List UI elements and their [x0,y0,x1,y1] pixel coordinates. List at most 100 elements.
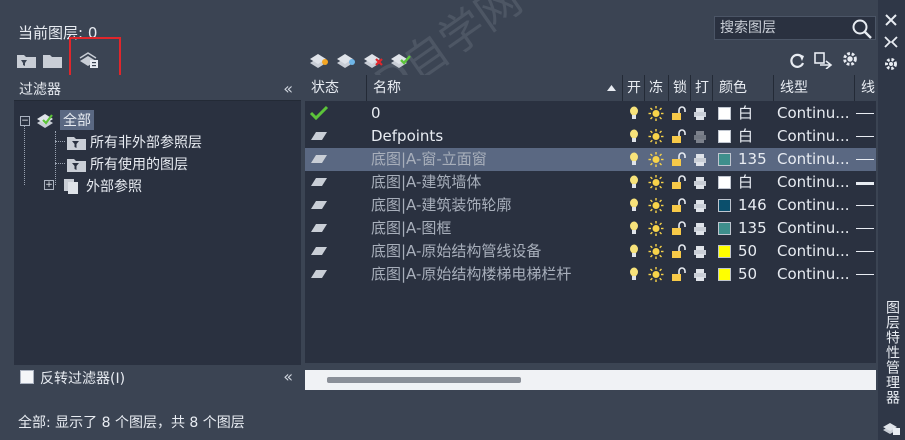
search-box[interactable] [714,16,876,40]
lightbulb-on-icon[interactable] [627,129,641,144]
layer-lineweight-sample[interactable] [856,159,874,160]
printer-icon[interactable] [693,175,707,190]
collapse-filter-panel-button-bottom[interactable]: « [283,367,293,386]
printer-icon[interactable] [693,267,707,282]
column-header-lineweight[interactable]: 线 [855,75,876,101]
layer-lineweight-sample[interactable] [856,113,874,114]
table-row[interactable]: 底图|A-原始结构管线设备 50 Continu... [305,240,876,263]
unlocked-padlock-icon[interactable] [671,244,687,259]
layer-linetype[interactable]: Continu... [777,102,850,125]
column-header-color[interactable]: 颜色 [713,75,774,101]
layer-color-name[interactable]: 135 [738,148,767,171]
collapse-filter-panel-button[interactable]: « [283,79,293,98]
table-row[interactable]: 0 白 Continu... [305,102,876,125]
printer-icon[interactable] [693,198,707,213]
palette-properties-icon[interactable] [883,56,899,72]
sun-thawed-icon[interactable] [648,106,664,121]
lightbulb-on-icon[interactable] [627,267,641,282]
column-header-lock[interactable]: 锁 [669,75,691,101]
column-header-name[interactable]: 名称 [367,75,623,101]
lightbulb-on-icon[interactable] [627,152,641,167]
set-current-icon[interactable] [389,51,411,69]
layer-color-swatch[interactable] [718,268,731,281]
layer-color-swatch[interactable] [718,130,731,143]
lightbulb-on-icon[interactable] [627,244,641,259]
layer-color-name[interactable]: 白 [738,125,753,148]
sun-thawed-icon[interactable] [648,129,664,144]
layer-lineweight-sample[interactable] [856,228,874,229]
new-property-filter-icon[interactable] [16,51,38,69]
layer-lineweight-sample[interactable] [856,136,874,137]
new-layer-icon[interactable] [308,51,330,69]
printer-icon[interactable] [693,129,707,144]
layer-lineweight-sample[interactable] [856,182,874,185]
search-input[interactable] [715,17,851,39]
table-row[interactable]: 底图|A-窗-立面窗 135 Continu... [305,148,876,171]
layer-linetype[interactable]: Continu... [777,148,850,171]
printer-icon[interactable] [693,152,707,167]
column-header-on[interactable]: 开 [623,75,645,101]
scrollbar-thumb[interactable] [327,377,521,383]
unlocked-padlock-icon[interactable] [671,175,687,190]
column-header-status[interactable]: 状态 [305,75,367,101]
lightbulb-on-icon[interactable] [627,175,641,190]
filter-item-all[interactable]: 全部 [34,109,94,131]
settings-icon[interactable] [839,50,861,68]
table-row[interactable]: 底图|A-图框 135 Continu... [305,217,876,240]
new-layer-vp-frozen-icon[interactable] [335,51,357,69]
layer-linetype[interactable]: Continu... [777,125,850,148]
layer-color-swatch[interactable] [718,199,731,212]
sun-thawed-icon[interactable] [648,221,664,236]
layer-color-name[interactable]: 146 [738,194,767,217]
expand-xref-toggle[interactable]: + [44,180,54,190]
unlocked-padlock-icon[interactable] [671,152,687,167]
refresh-icon[interactable] [786,51,808,69]
table-row[interactable]: Defpoints 白 Continu... [305,125,876,148]
layer-color-swatch[interactable] [718,176,731,189]
layer-linetype[interactable]: Continu... [777,263,850,286]
collapse-all-toggle[interactable]: − [20,116,30,126]
layer-color-swatch[interactable] [718,153,731,166]
layer-color-name[interactable]: 50 [738,240,757,263]
autohide-icon[interactable] [883,34,899,50]
column-header-plot[interactable]: 打 [691,75,713,101]
layer-color-name[interactable]: 白 [738,171,753,194]
layer-color-swatch[interactable] [718,222,731,235]
layer-color-swatch[interactable] [718,245,731,258]
sun-thawed-icon[interactable] [648,244,664,259]
sun-thawed-icon[interactable] [648,175,664,190]
lightbulb-on-icon[interactable] [627,106,641,121]
layer-color-name[interactable]: 50 [738,263,757,286]
unlocked-padlock-icon[interactable] [671,198,687,213]
layer-linetype[interactable]: Continu... [777,171,850,194]
new-group-filter-icon[interactable] [42,51,64,69]
sun-thawed-icon[interactable] [648,152,664,167]
unlocked-padlock-icon[interactable] [671,106,687,121]
layer-color-name[interactable]: 135 [738,217,767,240]
layer-lineweight-sample[interactable] [856,251,874,252]
invert-filter-checkbox[interactable] [20,370,34,384]
table-row[interactable]: 底图|A-建筑墙体 白 Continu... [305,171,876,194]
unlocked-padlock-icon[interactable] [671,129,687,144]
printer-icon[interactable] [693,221,707,236]
lightbulb-on-icon[interactable] [627,198,641,213]
search-icon[interactable] [851,18,873,40]
layer-linetype[interactable]: Continu... [777,194,850,217]
table-row[interactable]: 底图|A-建筑装饰轮廓 146 Continu... [305,194,876,217]
close-icon[interactable] [883,12,899,28]
horizontal-scrollbar[interactable] [305,370,876,390]
filter-item-xref[interactable]: 外部参照 [58,175,142,197]
column-header-linetype[interactable]: 线型 [774,75,855,101]
filter-item-used[interactable]: 所有使用的图层 [66,153,188,175]
layer-linetype[interactable]: Continu... [777,240,850,263]
printer-icon[interactable] [693,244,707,259]
layer-color-name[interactable]: 白 [738,102,753,125]
layer-linetype[interactable]: Continu... [777,217,850,240]
column-header-freeze[interactable]: 冻 [645,75,669,101]
layer-lineweight-sample[interactable] [856,274,874,275]
filter-item-non-xref[interactable]: 所有非外部参照层 [66,131,202,153]
lightbulb-on-icon[interactable] [627,221,641,236]
sun-thawed-icon[interactable] [648,267,664,282]
table-row[interactable]: 底图|A-原始结构楼梯电梯栏杆 50 Continu... [305,263,876,286]
layer-lineweight-sample[interactable] [856,205,874,206]
